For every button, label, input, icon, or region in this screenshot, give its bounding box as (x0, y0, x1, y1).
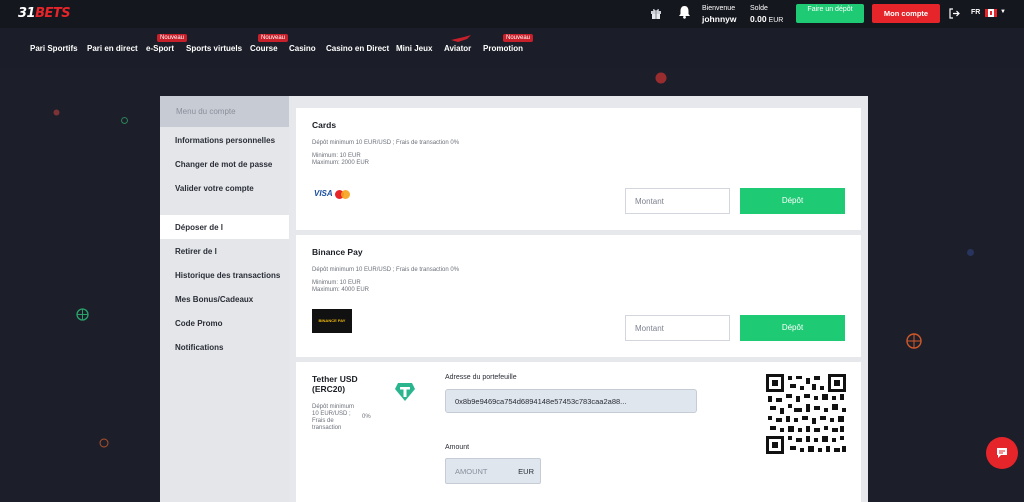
aviator-plane-icon (451, 35, 471, 42)
language-code[interactable]: FR (971, 9, 980, 16)
nav-sports-virtuels[interactable]: Sports virtuels (186, 44, 242, 53)
basketball-decoration-icon (906, 333, 922, 349)
sidebar-item-promo-code[interactable]: Code Promo (175, 319, 223, 328)
sidebar-item-withdraw[interactable]: Retirer de l (175, 247, 217, 256)
wallet-qr-code (766, 374, 846, 454)
binance-pay-logo: BINANCE PAY (312, 309, 352, 333)
wallet-address: 0x8b9e9469ca754d6894148e57453c783caa2a88… (455, 397, 627, 406)
username: johnnyw (702, 14, 737, 24)
chat-icon (997, 448, 1007, 458)
method-fees: Dépôt minimum 10 EUR/USD ; Frais de tran… (312, 267, 460, 273)
top-header: 31BETS Bienvenue johnnyw Solde 0.00 EUR F… (0, 0, 1024, 28)
nav-aviator[interactable]: Aviator (444, 44, 471, 53)
amount-input[interactable]: AMOUNT EUR (445, 458, 541, 484)
live-chat-button[interactable] (986, 437, 1018, 469)
gift-icon[interactable] (650, 7, 662, 19)
nav-pari-sportifs[interactable]: Pari Sportifs (30, 44, 78, 53)
mastercard-logo-icon (341, 190, 350, 199)
welcome-label: Bienvenue (702, 5, 736, 12)
sidebar-item-bonus[interactable]: Mes Bonus/Cadeaux (175, 295, 253, 304)
method-title-line2: (ERC20) (312, 384, 346, 394)
welcome-block: Bienvenue johnnyw (702, 4, 736, 24)
balance-label: Solde (750, 5, 768, 12)
main-nav: Pari Sportifs Pari en direct Nouveau e-S… (0, 28, 1024, 68)
sidebar-header: Menu du compte (160, 96, 289, 127)
ball-decoration-icon (53, 109, 60, 116)
nav-casino[interactable]: Casino (289, 44, 316, 53)
visa-logo: VISA (314, 189, 333, 198)
sidebar-item-validate[interactable]: Valider votre compte (175, 184, 254, 193)
payment-card-cards: Cards Dépôt minimum 10 EUR/USD ; Frais d… (296, 108, 861, 230)
chevron-down-icon[interactable]: ▼ (1000, 9, 1006, 15)
method-title: Cards (312, 120, 337, 130)
my-account-button[interactable]: Mon compte (872, 4, 940, 23)
method-title: Binance Pay (312, 247, 363, 257)
method-maximum: Maximum: 4000 EUR (312, 287, 370, 293)
sidebar-item-deposit[interactable]: Déposer de l (175, 223, 223, 232)
nav-esport[interactable]: e-Sport (146, 44, 174, 53)
method-fees-line4: transaction (312, 425, 342, 431)
nav-mini-jeux[interactable]: Mini Jeux (396, 44, 432, 53)
balance-value: 0.00 (750, 14, 767, 24)
nav-badge-promotion: Nouveau (503, 34, 534, 42)
amount-placeholder: AMOUNT (455, 467, 488, 476)
sidebar-item-password[interactable]: Changer de mot de passe (175, 160, 272, 169)
balance-block: Solde 0.00 EUR (750, 4, 783, 26)
logout-icon[interactable] (949, 8, 960, 19)
site-logo[interactable]: 31BETS (18, 6, 71, 21)
logo-part-2: BETS (35, 6, 71, 21)
ball-decoration-icon (121, 117, 128, 124)
wallet-address-field[interactable]: 0x8b9e9469ca754d6894148e57453c783caa2a88… (445, 389, 697, 413)
ball-decoration-icon (967, 249, 974, 256)
method-fee-value: 0% (362, 414, 371, 420)
nav-course[interactable]: Course (250, 44, 278, 53)
ball-decoration-icon (76, 308, 89, 321)
method-title-line1: Tether USD (312, 374, 358, 384)
ball-decoration-icon (655, 72, 667, 84)
wallet-label: Adresse du portefeuille (445, 374, 517, 381)
payment-card-tether: Tether USD (ERC20) Dépôt minimum 10 EUR/… (296, 362, 861, 502)
header-deposit-button[interactable]: Faire un dépôt (796, 4, 864, 23)
tether-logo-icon (395, 383, 415, 401)
amount-input[interactable]: Montant (625, 315, 730, 341)
nav-casino-en-direct[interactable]: Casino en Direct (326, 44, 389, 53)
nav-badge-course: Nouveau (258, 34, 289, 42)
amount-label: Amount (445, 444, 470, 451)
amount-currency: EUR (518, 467, 534, 476)
bell-icon[interactable] (678, 5, 691, 19)
basketball-decoration-icon (99, 438, 109, 448)
deposit-button[interactable]: Dépôt (740, 315, 845, 341)
nav-promotion[interactable]: Promotion (483, 44, 523, 53)
logo-part-1: 31 (18, 6, 36, 21)
nav-pari-en-direct[interactable]: Pari en direct (87, 44, 138, 53)
method-fees: Dépôt minimum 10 EUR/USD ; Frais de tran… (312, 140, 460, 146)
canada-flag-icon[interactable] (985, 9, 997, 17)
sidebar-item-informations[interactable]: Informations personnelles (175, 136, 275, 145)
method-maximum: Maximum: 2000 EUR (312, 160, 370, 166)
payment-card-binance: Binance Pay Dépôt minimum 10 EUR/USD ; F… (296, 235, 861, 357)
nav-badge-esport: Nouveau (157, 34, 188, 42)
sidebar-item-history[interactable]: Historique des transactions (175, 271, 280, 280)
balance-currency: EUR (768, 17, 784, 24)
sidebar-item-notifications[interactable]: Notifications (175, 343, 223, 352)
amount-input[interactable]: Montant (625, 188, 730, 214)
deposit-button[interactable]: Dépôt (740, 188, 845, 214)
